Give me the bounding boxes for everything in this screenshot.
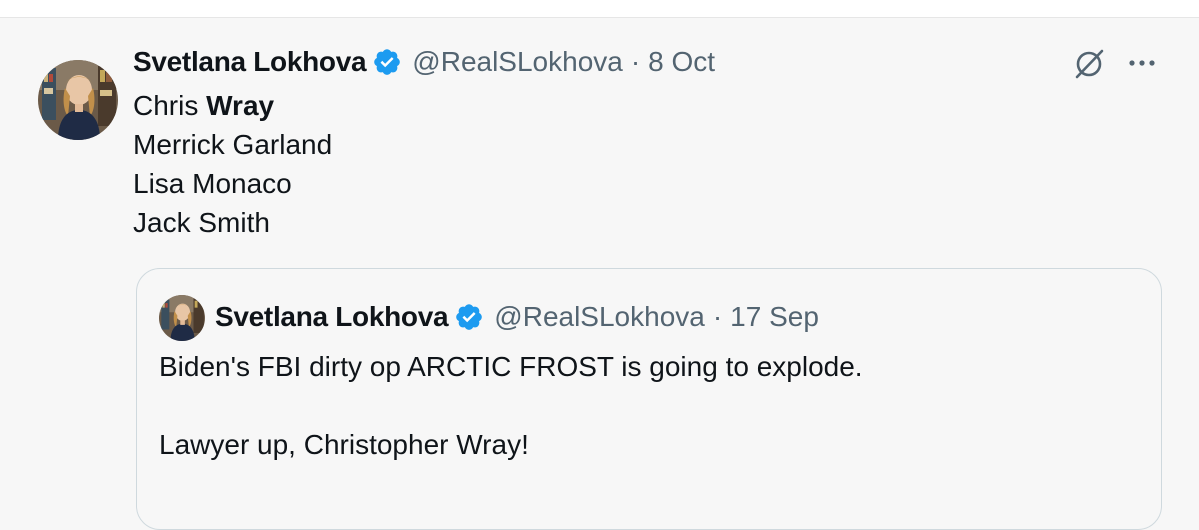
tweet[interactable]: Svetlana Lokhova @RealSLokhova · 8 Oct C… — [0, 18, 1199, 530]
quoted-tweet[interactable]: Svetlana Lokhova @RealSLokhova · 17 Sep … — [136, 268, 1162, 530]
quoted-author-avatar — [159, 295, 205, 341]
quoted-author-name: Svetlana Lokhova — [215, 301, 449, 332]
verified-badge-icon — [454, 302, 484, 332]
tweet-header: Svetlana Lokhova @RealSLokhova · 8 Oct — [133, 44, 715, 80]
separator-dot: · — [712, 301, 723, 332]
grok-icon[interactable] — [1071, 46, 1107, 82]
quoted-post-date: 17 Sep — [730, 301, 819, 332]
previous-post-divider — [0, 0, 1199, 18]
quoted-text-line: Biden's FBI dirty op ARCTIC FROST is goi… — [159, 351, 863, 382]
tweet-text-line: Lisa Monaco — [133, 168, 292, 199]
author-name[interactable]: Svetlana Lokhova — [133, 46, 367, 78]
quoted-tweet-header: Svetlana Lokhova @RealSLokhova · 17 Sep — [215, 299, 819, 335]
quoted-author-handle: @RealSLokhova — [494, 301, 705, 332]
verified-badge-icon — [372, 47, 402, 77]
post-date[interactable]: 8 Oct — [648, 46, 715, 78]
separator-dot: · — [630, 46, 641, 77]
tweet-text-line: Merrick Garland — [133, 129, 333, 160]
tweet-text: Chris Wray Merrick Garland Lisa Monaco J… — [133, 86, 332, 242]
tweet-text-line: Jack Smith — [133, 207, 270, 238]
quoted-text-line: Lawyer up, Christopher Wray! — [159, 429, 529, 460]
author-avatar[interactable] — [38, 60, 118, 140]
quoted-tweet-text: Biden's FBI dirty op ARCTIC FROST is goi… — [159, 347, 863, 464]
author-handle[interactable]: @RealSLokhova — [412, 46, 623, 78]
more-horizontal-icon[interactable] — [1124, 56, 1160, 70]
quoted-text-line — [159, 386, 863, 425]
tweet-text-line: Chris Wray — [133, 90, 275, 121]
